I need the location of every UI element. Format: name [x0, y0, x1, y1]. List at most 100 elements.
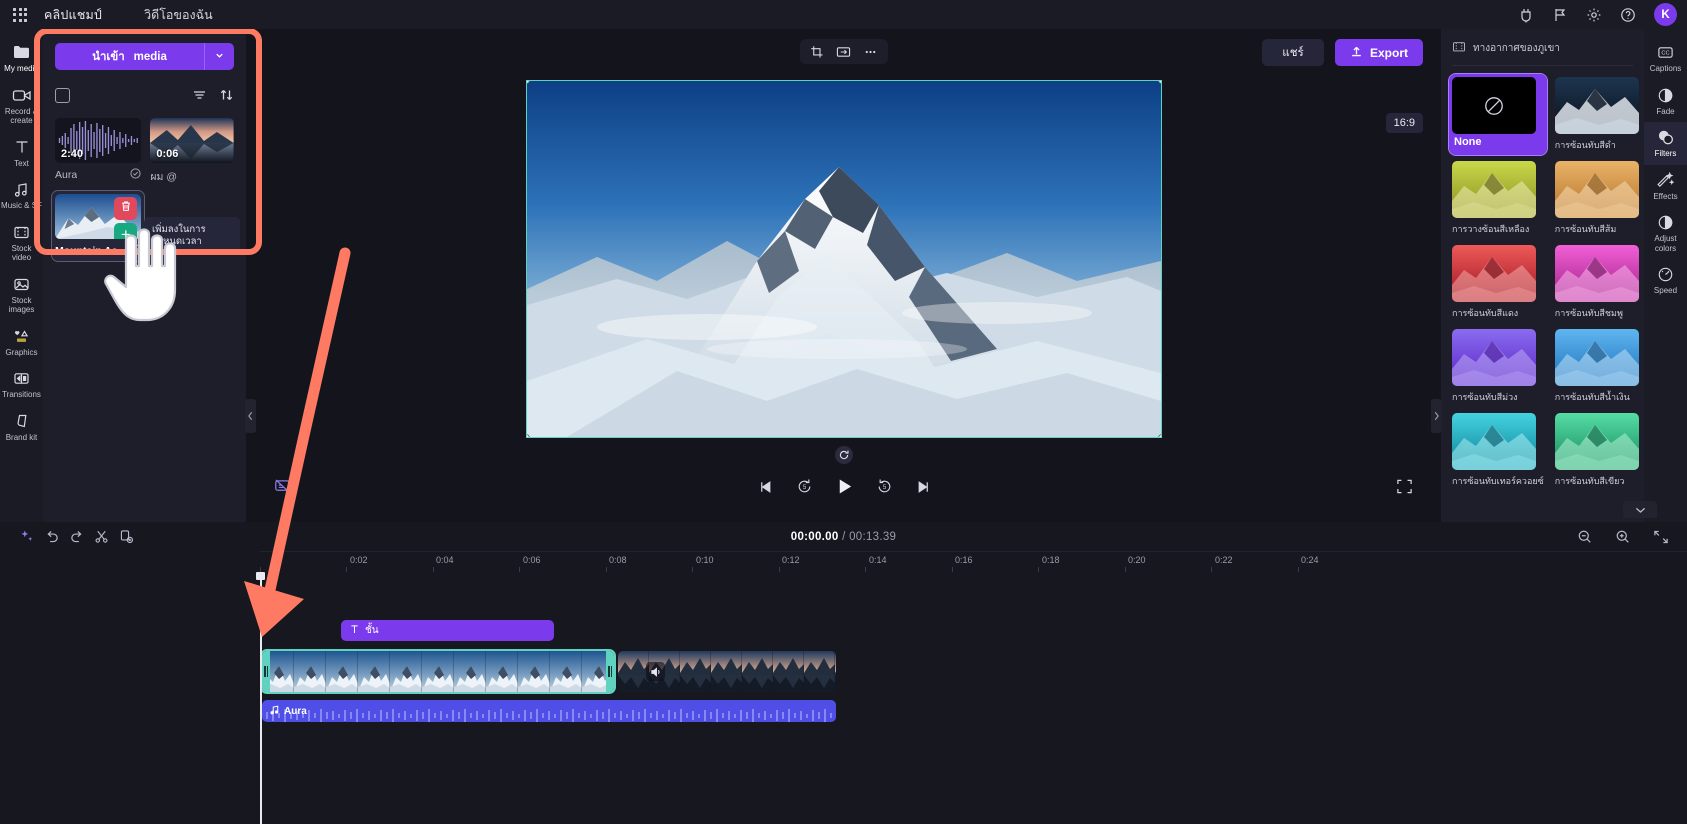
sidebar-item-brand-kit[interactable]: Brand kit	[0, 406, 43, 449]
chevron-right-icon	[1434, 411, 1439, 421]
collapse-timeline-button[interactable]	[1623, 501, 1657, 518]
filter-thumbnail	[1554, 329, 1639, 386]
sidebar-item-my-media[interactable]: My media	[0, 37, 43, 80]
avatar[interactable]: K	[1654, 3, 1677, 26]
filter-card-blue[interactable]: การซ้อนทับสีน้ำเงิน	[1554, 329, 1639, 404]
video-clip-mountain[interactable]	[260, 649, 616, 694]
filter-thumbnail	[1452, 245, 1536, 302]
filter-card-purple[interactable]: การซ้อนทับสีม่วง	[1452, 329, 1544, 404]
tab-speed[interactable]: Speed	[1644, 259, 1687, 302]
collapse-left-panel-button[interactable]	[245, 399, 256, 433]
export-button[interactable]: Export	[1334, 39, 1423, 66]
fit-timeline-icon[interactable]	[1648, 526, 1673, 548]
redo-icon[interactable]	[64, 526, 89, 548]
playback-controls: 5 5	[758, 477, 931, 496]
captions-toggle-icon[interactable]	[274, 478, 293, 495]
media-card-audio[interactable]: 2:40 Aura	[55, 118, 142, 185]
timeline-ruler[interactable]: 0:02 0:04 0:06 0:08 0:10 0:12 0:14 0:16 …	[260, 551, 1687, 572]
preview-stage-wrap	[525, 80, 1162, 464]
playhead[interactable]	[257, 572, 264, 824]
filter-card-orange[interactable]: การซ้อนทับสีส้ม	[1554, 161, 1639, 236]
tab-effects[interactable]: Effects	[1644, 165, 1687, 208]
zoom-out-icon[interactable]	[1572, 526, 1597, 548]
project-name[interactable]: วิดีโอของฉัน	[144, 5, 213, 25]
sidebar-item-music-sf[interactable]: Music & SF	[0, 174, 43, 217]
more-icon[interactable]	[859, 42, 883, 62]
tab-filters[interactable]: Filters	[1644, 122, 1687, 165]
filter-card-red[interactable]: การซ้อนทับสีแดง	[1452, 245, 1544, 320]
video-clip-lake[interactable]	[618, 651, 836, 692]
preview-actions: แชร์ Export	[1261, 39, 1423, 66]
preview-area: แชร์ Export 16:9 5 5	[245, 29, 1442, 522]
plugin-icon[interactable]	[1512, 1, 1540, 29]
forward-5s-button[interactable]: 5	[876, 478, 893, 495]
share-button[interactable]: แชร์	[1261, 39, 1324, 66]
rail-label: Captions	[1649, 64, 1682, 73]
filter-thumbnail	[1554, 413, 1639, 470]
skip-end-button[interactable]	[915, 479, 931, 495]
app-launcher-icon[interactable]	[10, 5, 30, 25]
trim-handle-left[interactable]	[262, 651, 270, 692]
preview-mountain-image	[526, 81, 1161, 437]
resize-handle-bl[interactable]	[526, 434, 530, 437]
music-icon	[13, 181, 30, 198]
flag-icon[interactable]	[1546, 1, 1574, 29]
timeline-zoom-controls	[1572, 526, 1673, 548]
skip-start-button[interactable]	[758, 479, 774, 495]
sidebar-item-text[interactable]: Text	[0, 132, 43, 175]
add-to-timeline-button[interactable]: +	[114, 223, 138, 239]
clipchamp-app: คลิปแชมป์ วิดีโอของฉัน K My media Record…	[0, 0, 1687, 824]
filter-icon[interactable]	[192, 88, 207, 102]
sidebar-item-stock-video[interactable]: Stock video	[0, 217, 43, 269]
aspect-ratio-button[interactable]: 16:9	[1385, 113, 1423, 133]
rotate-button[interactable]	[834, 446, 853, 464]
undo-icon[interactable]	[39, 526, 64, 548]
duplicate-icon[interactable]	[114, 526, 139, 548]
filter-card-green[interactable]: การซ้อนทับสีเขียว	[1554, 413, 1639, 488]
filter-card-turquoise[interactable]: การซ้อนทับเทอร์ควอยซ์	[1452, 413, 1544, 488]
sidebar-item-record-create[interactable]: Record & create	[0, 80, 43, 132]
sidebar-item-stock-images[interactable]: Stock images	[0, 269, 43, 321]
sidebar-item-transitions[interactable]: Transitions	[0, 363, 43, 406]
resize-handle-br[interactable]	[1157, 434, 1161, 437]
sort-icon[interactable]	[219, 88, 234, 102]
zoom-in-icon[interactable]	[1610, 526, 1635, 548]
audio-clip[interactable]: Aura	[262, 700, 836, 722]
tab-adjust-colors[interactable]: Adjust colors	[1644, 207, 1687, 259]
delete-button[interactable]	[114, 197, 138, 220]
filter-card-yellow[interactable]: การวางซ้อนสีเหลือง	[1452, 161, 1544, 236]
media-card-lake[interactable]: 0:06 ผม @	[150, 118, 234, 185]
gear-icon[interactable]	[1580, 1, 1608, 29]
help-icon[interactable]	[1614, 1, 1642, 29]
import-button[interactable]: นำเข้า media	[55, 43, 204, 70]
sparkle-icon[interactable]	[14, 526, 39, 548]
left-rail: My media Record & create Text Music & SF…	[0, 29, 43, 522]
chevron-down-icon	[214, 48, 225, 66]
select-all-checkbox[interactable]	[55, 87, 70, 103]
preview-stage[interactable]	[525, 80, 1162, 438]
play-button[interactable]	[835, 477, 854, 496]
effects-icon	[1657, 171, 1674, 189]
sidebar-item-graphics[interactable]: Graphics	[0, 321, 43, 364]
fit-icon[interactable]	[832, 42, 856, 62]
filter-card-black[interactable]: การซ้อนทับสีดำ	[1554, 77, 1639, 152]
sidebar-label: Stock video	[11, 243, 32, 263]
media-name: Mountain Ae...	[55, 245, 127, 257]
media-card-mountain[interactable]: + Mountain Ae... เพิ่มลงในการกำหนดเวลา	[50, 190, 240, 262]
import-dropdown-button[interactable]	[204, 43, 234, 70]
crop-icon[interactable]	[805, 42, 829, 62]
tab-fade[interactable]: Fade	[1644, 80, 1687, 123]
text-clip[interactable]: ชั้น	[341, 620, 554, 641]
audio-thumbnail: 2:40	[55, 118, 142, 163]
fullscreen-button[interactable]	[1396, 478, 1413, 495]
trim-handle-right[interactable]	[606, 651, 614, 692]
split-icon[interactable]	[89, 526, 114, 548]
filter-card-pink[interactable]: การซ้อนทับสีชมพู	[1554, 245, 1639, 320]
tab-captions[interactable]: CC Captions	[1644, 37, 1687, 80]
rewind-5s-button[interactable]: 5	[796, 478, 813, 495]
collapse-right-panel-button[interactable]	[1431, 399, 1442, 433]
media-duration: 2:40	[61, 148, 84, 160]
mute-icon[interactable]	[646, 662, 665, 681]
filter-card-none[interactable]: None	[1448, 73, 1548, 156]
media-name: ผม @	[150, 171, 178, 183]
